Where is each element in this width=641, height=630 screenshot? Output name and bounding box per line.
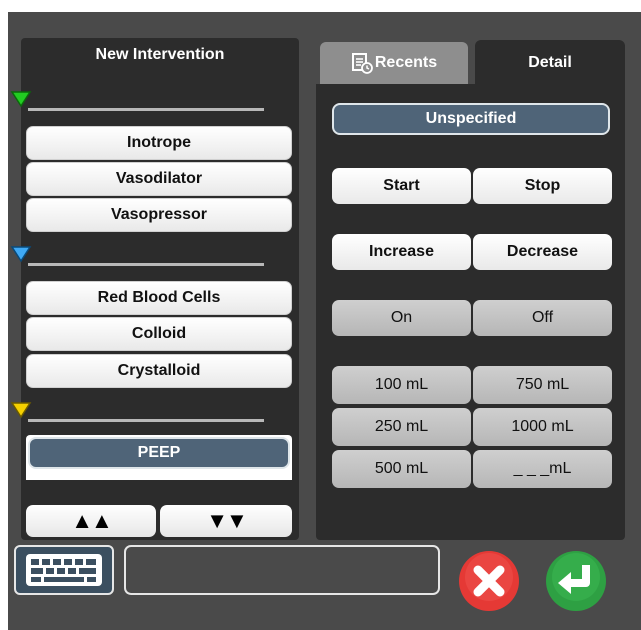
colloid-button[interactable]: Colloid <box>26 317 292 351</box>
vasopressor-button[interactable]: Vasopressor <box>26 198 292 232</box>
text-entry-field[interactable] <box>124 545 440 595</box>
green-triangle-icon <box>10 91 32 108</box>
category-divider <box>28 108 264 111</box>
decrease-button[interactable]: Decrease <box>473 234 612 270</box>
category-divider <box>28 263 264 266</box>
vasodilator-button[interactable]: Vasodilator <box>26 162 292 196</box>
cancel-button[interactable] <box>457 549 521 613</box>
start-button[interactable]: Start <box>332 168 471 204</box>
keyboard-icon <box>26 554 102 586</box>
tab-detail[interactable]: Detail <box>475 40 625 85</box>
yellow-triangle-icon <box>10 402 32 419</box>
blue-triangle-icon <box>10 246 32 263</box>
scroll-down-button[interactable]: ▼▼ <box>160 505 292 537</box>
panel-title: New Intervention <box>95 46 225 63</box>
volume-1000ml-button[interactable]: 1000 mL <box>473 408 612 446</box>
stop-button[interactable]: Stop <box>473 168 612 204</box>
volume-750ml-button[interactable]: 750 mL <box>473 366 612 404</box>
category-header-green[interactable] <box>6 87 264 111</box>
tab-recents[interactable]: Recents <box>320 42 468 84</box>
increase-button[interactable]: Increase <box>332 234 471 270</box>
inotrope-button[interactable]: Inotrope <box>26 126 292 160</box>
volume-custom-button[interactable]: _ _ _mL <box>473 450 612 488</box>
volume-100ml-button[interactable]: 100 mL <box>332 366 471 404</box>
red-blood-cells-button[interactable]: Red Blood Cells <box>26 281 292 315</box>
off-button[interactable]: Off <box>473 300 612 336</box>
volume-250ml-button[interactable]: 250 mL <box>332 408 471 446</box>
crystalloid-button[interactable]: Crystalloid <box>26 354 292 388</box>
on-button[interactable]: On <box>332 300 471 336</box>
recents-icon <box>351 53 373 74</box>
category-divider <box>28 419 264 422</box>
keyboard-button[interactable] <box>14 545 114 595</box>
tab-recents-label: Recents <box>374 54 438 71</box>
confirm-button[interactable] <box>544 549 608 613</box>
peep-item: PEEP <box>26 435 292 480</box>
tab-detail-label: Detail <box>528 53 572 71</box>
peep-button[interactable]: PEEP <box>28 437 290 469</box>
scroll-up-button[interactable]: ▲▲ <box>26 505 156 537</box>
category-header-yellow[interactable] <box>6 398 264 422</box>
volume-500ml-button[interactable]: 500 mL <box>332 450 471 488</box>
unspecified-selector[interactable]: Unspecified <box>332 103 610 135</box>
category-header-blue[interactable] <box>6 242 264 266</box>
